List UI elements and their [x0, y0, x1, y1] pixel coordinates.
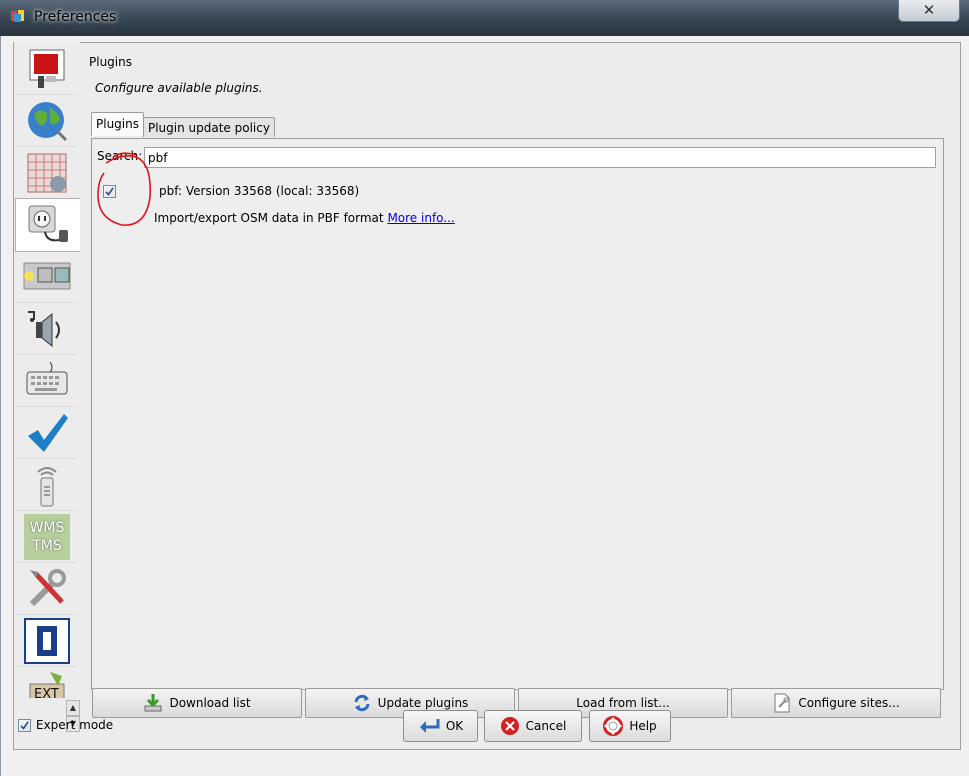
title-bar: Preferences ✕: [0, 0, 969, 36]
configure-document-icon: [774, 693, 790, 713]
ok-label: OK: [445, 719, 464, 733]
keyboard-icon: [26, 361, 68, 395]
plugins-tab-panel: Search: pbf: Version 33568 (local: 33568…: [91, 138, 944, 690]
validator-checkmark-icon: [28, 414, 68, 452]
tab-bar: Plugins Plugin update policy: [91, 112, 275, 137]
cancel-label: Cancel: [525, 719, 567, 733]
expert-mode-checkbox[interactable]: [18, 718, 31, 732]
download-icon: [144, 694, 162, 712]
lifebuoy-help-icon: [603, 716, 624, 736]
plugin-plug-icon: [28, 205, 68, 242]
search-input[interactable]: [144, 147, 936, 168]
close-button[interactable]: ✕: [898, 0, 960, 22]
ok-arrow-icon: [419, 719, 440, 733]
download-list-label: Download list: [169, 696, 251, 710]
plugin-pbf-checkbox[interactable]: [103, 185, 116, 198]
plugins-panel: Plugins Configure available plugins. Plu…: [88, 42, 950, 730]
plugin-pbf-name: pbf: Version 33568 (local: 33568): [159, 184, 360, 198]
help-button[interactable]: Help: [589, 710, 671, 742]
sidebar-item-ext[interactable]: EXT: [16, 668, 78, 698]
expert-mode-toggle[interactable]: Expert mode: [18, 718, 113, 732]
sidebar-item-audio[interactable]: [16, 304, 78, 355]
wms-label: WMS: [29, 520, 65, 536]
ext-icon: EXT: [29, 672, 65, 698]
display-preferences-icon: [29, 49, 65, 88]
plugin-description-text: Import/export OSM data in PBF format: [154, 211, 384, 225]
sidebar-item-projection[interactable]: [16, 148, 78, 199]
map-paint-style-icon: [24, 618, 70, 664]
cancel-icon: [500, 717, 519, 735]
josm-app-icon: [11, 10, 24, 22]
sidebar-item-map-paint[interactable]: [16, 616, 78, 667]
update-plugins-label: Update plugins: [377, 696, 469, 710]
audio-speaker-icon: [28, 311, 60, 348]
sidebar-item-validator[interactable]: [16, 408, 78, 459]
wms-tms-icon: WMS TMS: [24, 514, 70, 560]
tms-label: TMS: [32, 538, 62, 554]
tab-plugin-update-policy[interactable]: Plugin update policy: [142, 117, 275, 137]
globe-connection-icon: [28, 102, 68, 142]
sidebar-item-shortcuts[interactable]: [16, 356, 78, 407]
expert-mode-label: Expert mode: [36, 718, 114, 732]
load-from-list-label: Load from list...: [576, 696, 670, 710]
sidebar-item-remote-control[interactable]: [16, 460, 78, 511]
tab-plugins[interactable]: Plugins: [91, 112, 144, 136]
cancel-button[interactable]: Cancel: [484, 710, 582, 742]
more-info-link[interactable]: More info...: [387, 211, 454, 225]
check-icon: [105, 187, 114, 196]
refresh-icon: [354, 694, 370, 712]
sidebar-item-connection[interactable]: [16, 96, 78, 147]
dialog-footer: Expert mode OK Cancel Help: [0, 710, 969, 742]
sidebar-item-display[interactable]: [16, 44, 78, 95]
map-projection-icon: [27, 153, 67, 193]
page-description: Configure available plugins.: [95, 81, 263, 95]
help-label: Help: [629, 719, 657, 733]
toolbar-icon: [23, 262, 71, 290]
window-title: Preferences: [34, 9, 117, 25]
remote-control-icon: [37, 467, 57, 507]
close-icon[interactable]: ✕: [923, 1, 936, 19]
advanced-tools-icon: [29, 569, 66, 607]
sidebar-item-imagery[interactable]: WMS TMS: [16, 512, 78, 563]
check-icon: [20, 721, 29, 730]
sidebar-item-advanced[interactable]: [16, 564, 78, 615]
preferences-sidebar: WMS TMS EXT: [14, 42, 80, 698]
plugin-pbf-description: Import/export OSM data in PBF format Mor…: [154, 211, 455, 225]
configure-sites-label: Configure sites...: [798, 696, 900, 710]
sidebar-item-toolbar[interactable]: [16, 252, 78, 303]
ok-button[interactable]: OK: [403, 710, 478, 742]
svg-text:EXT: EXT: [34, 687, 59, 698]
sidebar-item-plugins[interactable]: [15, 198, 80, 252]
search-label: Search:: [97, 149, 143, 163]
page-title: Plugins: [89, 55, 132, 69]
